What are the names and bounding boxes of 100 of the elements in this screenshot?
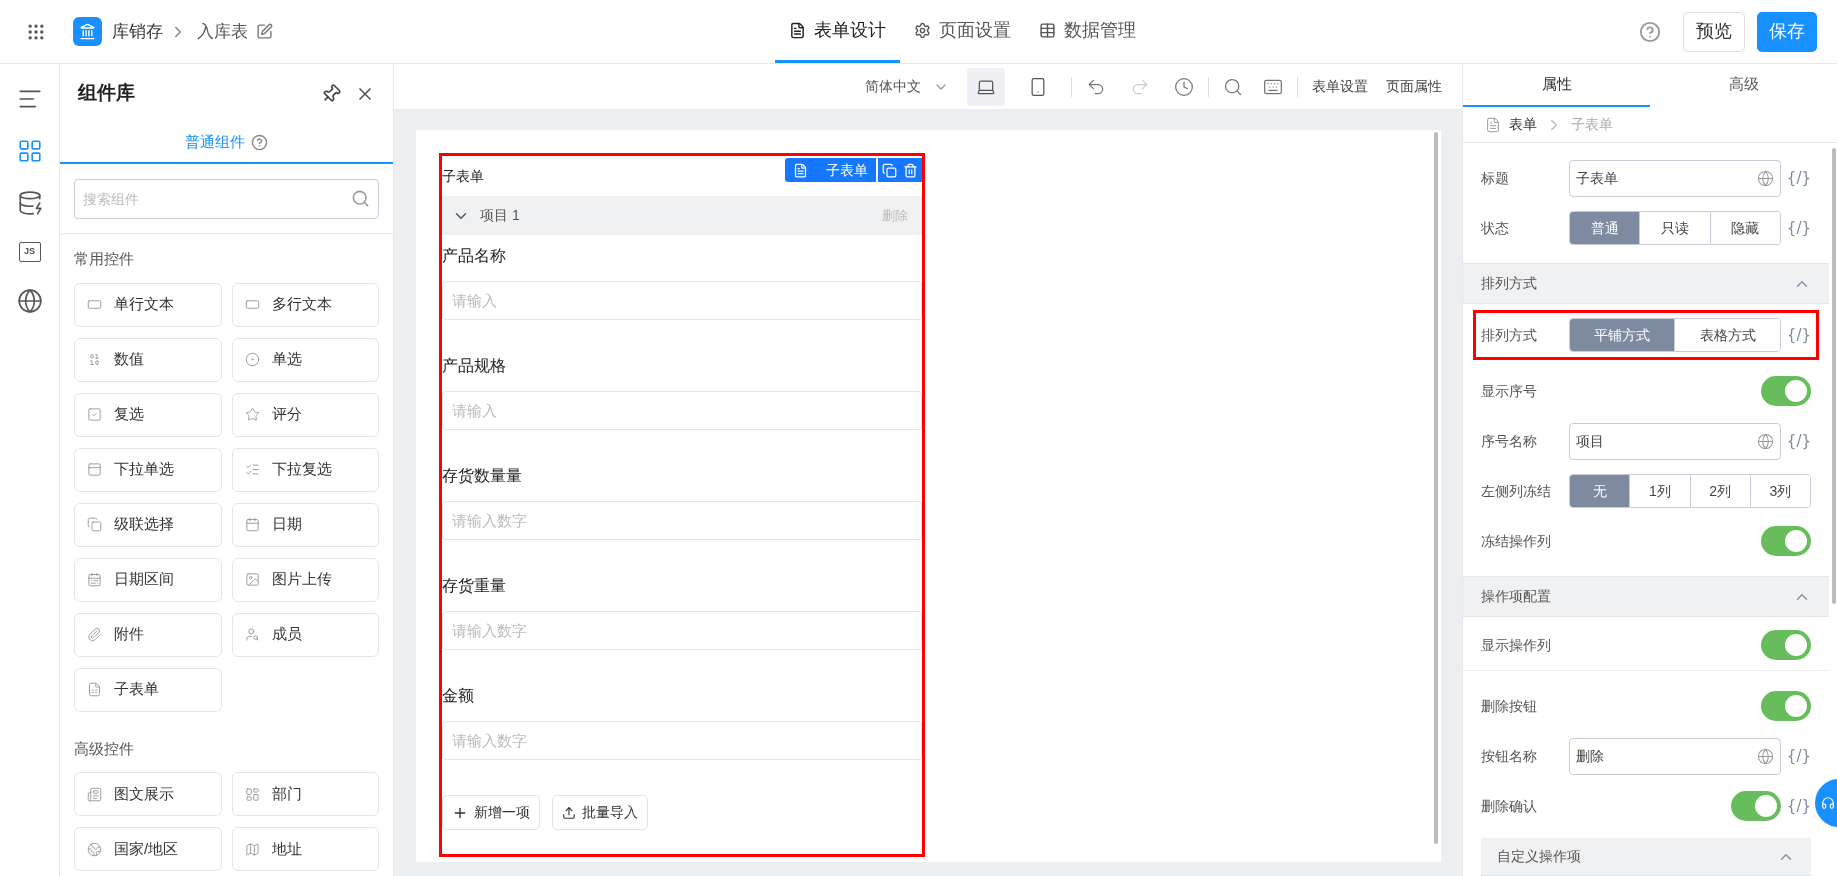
component-item[interactable]: 复选 bbox=[74, 392, 222, 437]
document-icon bbox=[1485, 116, 1501, 133]
globe-icon[interactable] bbox=[16, 288, 43, 314]
segment-option[interactable]: 3列 bbox=[1749, 475, 1810, 507]
map-icon bbox=[244, 841, 260, 857]
component-item[interactable]: 日期区间 bbox=[74, 557, 222, 602]
code-toggle[interactable]: {/} bbox=[1786, 797, 1811, 815]
page-name: 入库表 bbox=[197, 20, 248, 43]
app-logo bbox=[73, 17, 102, 46]
code-toggle[interactable]: {/} bbox=[1786, 169, 1811, 187]
input-field[interactable]: 请输入数字 bbox=[442, 501, 922, 540]
database-icon[interactable] bbox=[16, 190, 43, 216]
search-icon[interactable] bbox=[1223, 76, 1243, 97]
properties-tab[interactable]: 属性 bbox=[1463, 64, 1650, 108]
segmented-control[interactable]: 普通 只读 隐藏 bbox=[1569, 211, 1781, 245]
toggle-switch[interactable] bbox=[1761, 526, 1811, 556]
segment-option[interactable]: 隐藏 bbox=[1709, 212, 1780, 244]
component-item[interactable]: 国家/地区 bbox=[74, 827, 222, 871]
import-button[interactable]: 批量导入 bbox=[552, 795, 648, 830]
component-item[interactable]: 图文展示 bbox=[74, 772, 222, 816]
script-button[interactable]: JS bbox=[18, 242, 41, 262]
clock-icon[interactable] bbox=[1174, 76, 1194, 97]
code-toggle[interactable]: {/} bbox=[1786, 326, 1811, 344]
section-header[interactable]: 排列方式 bbox=[1463, 263, 1829, 304]
segment-option[interactable]: 表格方式 bbox=[1674, 319, 1780, 351]
toggle-switch[interactable] bbox=[1761, 630, 1811, 660]
headset-icon bbox=[1821, 796, 1835, 810]
scrollbar[interactable] bbox=[1832, 148, 1836, 604]
property-label: 删除确认 bbox=[1481, 796, 1538, 816]
cascade-icon bbox=[87, 517, 102, 532]
toggle-switch[interactable] bbox=[1761, 376, 1811, 406]
component-item[interactable]: 成员 bbox=[231, 612, 379, 657]
component-item[interactable]: 级联选择 bbox=[74, 502, 222, 547]
input-field[interactable]: 请输入 bbox=[442, 391, 922, 430]
segmented-control[interactable]: 无 1列 2列 3列 bbox=[1569, 474, 1811, 508]
toggle-switch[interactable] bbox=[1761, 691, 1811, 721]
copy-icon[interactable] bbox=[882, 162, 897, 178]
input-field[interactable]: 请输入数字 bbox=[442, 611, 922, 650]
input-field[interactable]: 请输入数字 bbox=[442, 721, 922, 760]
code-toggle[interactable]: {/} bbox=[1786, 747, 1811, 765]
dropdown-icon bbox=[87, 462, 102, 477]
help-icon[interactable] bbox=[1639, 20, 1661, 43]
subform-tag: 子表单 bbox=[785, 158, 876, 182]
component-item[interactable]: 多行文本 bbox=[231, 282, 379, 327]
component-item[interactable]: 地址 bbox=[231, 827, 379, 871]
calendar-range-icon bbox=[87, 572, 102, 587]
property-label: 状态 bbox=[1481, 218, 1510, 238]
section-title: 高级控件 bbox=[74, 738, 135, 759]
panel-title: 组件库 bbox=[78, 81, 135, 106]
search-field[interactable]: 搜索组件 bbox=[74, 179, 379, 219]
component-item[interactable]: 单选 bbox=[231, 337, 379, 382]
code-toggle[interactable]: {/} bbox=[1786, 432, 1811, 450]
top-tab[interactable]: 数据管理 bbox=[1025, 0, 1150, 63]
field-label: 存货数量量 bbox=[442, 466, 523, 486]
section-header[interactable]: 操作项配置 bbox=[1463, 576, 1829, 617]
gear-icon bbox=[914, 21, 931, 39]
component-item[interactable]: 子表单 bbox=[74, 667, 222, 712]
component-item[interactable]: 下拉单选 bbox=[74, 447, 222, 492]
text-field-icon bbox=[87, 297, 102, 312]
section-title: 常用控件 bbox=[74, 249, 135, 269]
code-toggle[interactable]: {/} bbox=[1786, 219, 1811, 237]
component-item[interactable]: 图片上传 bbox=[231, 557, 379, 602]
scrollbar[interactable] bbox=[1434, 132, 1438, 844]
toolbar-link[interactable]: 页面属性 bbox=[1386, 76, 1442, 97]
text-field[interactable]: 项目 bbox=[1569, 422, 1781, 460]
component-item[interactable]: 评分 bbox=[231, 392, 379, 437]
component-item[interactable]: 部门 bbox=[231, 772, 379, 816]
star-icon bbox=[244, 407, 260, 422]
article-icon bbox=[87, 786, 102, 802]
input-field[interactable]: 请输入 bbox=[442, 281, 922, 320]
components-grid-icon[interactable] bbox=[16, 138, 43, 164]
component-item[interactable]: 附件 bbox=[74, 612, 222, 657]
upload-icon bbox=[562, 805, 576, 820]
field-label: 产品名称 bbox=[442, 246, 507, 266]
device-button[interactable] bbox=[967, 67, 1005, 106]
component-item[interactable]: 下拉复选 bbox=[231, 447, 379, 492]
toggle-switch[interactable] bbox=[1730, 791, 1781, 821]
help-icon[interactable] bbox=[251, 134, 268, 151]
preview-button[interactable]: 预览 bbox=[1683, 11, 1745, 52]
component-item[interactable]: 数值 bbox=[74, 337, 222, 382]
language-select[interactable]: 简体中文 bbox=[865, 76, 949, 97]
top-tab[interactable]: 页面设置 bbox=[900, 0, 1025, 63]
text-field[interactable]: 子表单 bbox=[1569, 159, 1781, 197]
segmented-control[interactable]: 平铺方式 表格方式 bbox=[1569, 318, 1781, 352]
breadcrumb-item[interactable]: 表单 bbox=[1509, 114, 1537, 136]
property-label: 按钮名称 bbox=[1481, 746, 1538, 766]
add-button[interactable]: 新增一项 bbox=[442, 795, 540, 830]
search-icon[interactable] bbox=[351, 189, 370, 208]
radio-icon bbox=[244, 352, 260, 367]
field-label: 金额 bbox=[442, 686, 475, 706]
property-label: 左侧列冻结 bbox=[1481, 481, 1552, 501]
component-item[interactable]: 单行文本 bbox=[74, 282, 222, 327]
component-item[interactable]: 日期 bbox=[231, 502, 379, 547]
subsection-header[interactable]: 自定义操作项 bbox=[1481, 838, 1811, 876]
edit-icon[interactable] bbox=[256, 23, 273, 40]
toolbar-link[interactable]: 表单设置 bbox=[1312, 76, 1368, 97]
app-name[interactable]: 库销存 bbox=[112, 18, 163, 45]
text-field[interactable]: 删除 bbox=[1569, 737, 1781, 775]
trash-icon[interactable] bbox=[903, 162, 918, 178]
properties-tab[interactable]: 高级 bbox=[1650, 64, 1837, 108]
